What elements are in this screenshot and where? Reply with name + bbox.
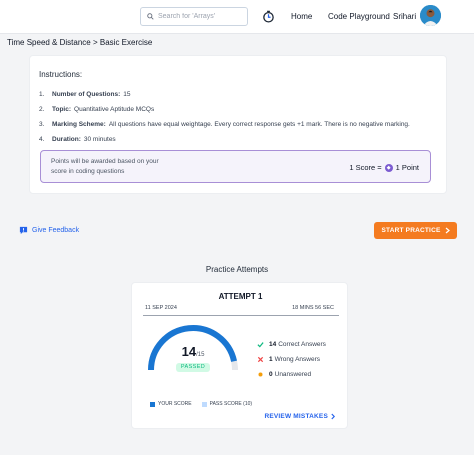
- instruction-label: Marking Scheme:: [52, 121, 106, 128]
- instruction-value: 15: [123, 91, 131, 98]
- start-practice-button[interactable]: START PRACTICE: [374, 222, 457, 239]
- score-to-point-rate: 1 Score = ◆ 1 Point: [349, 163, 419, 172]
- gauge-legend: YOUR SCORE PASS SCORE (10): [150, 401, 252, 407]
- nav-code-playground-link[interactable]: Code Playground: [328, 12, 390, 21]
- search-icon: [147, 13, 154, 20]
- cross-icon: [257, 356, 264, 363]
- stat-unanswered: 0 Unanswered: [257, 367, 326, 382]
- points-info-text: Points will be awarded based on your sco…: [51, 158, 159, 175]
- instruction-number: 4.: [39, 136, 45, 143]
- search-box[interactable]: [140, 7, 248, 26]
- instruction-number: 2.: [39, 106, 45, 113]
- legend-swatch: [150, 401, 155, 407]
- start-practice-label: START PRACTICE: [381, 227, 441, 234]
- attempt-duration: 18 MINS 56 SEC: [292, 305, 334, 311]
- stat-label: Correct Answers: [278, 341, 326, 348]
- score-total: /15: [196, 352, 205, 358]
- nav-home-link[interactable]: Home: [291, 12, 312, 21]
- instruction-number: 3.: [39, 121, 45, 128]
- stat-count: 14: [269, 341, 277, 348]
- legend-pass-score: PASS SCORE (10): [201, 401, 253, 407]
- check-icon: [257, 342, 264, 348]
- legend-label: PASS SCORE (10): [209, 401, 253, 407]
- score-rate-right: 1 Point: [395, 163, 419, 172]
- score-rate-left: 1 Score =: [349, 163, 382, 172]
- attempt-title: ATTEMPT 1: [218, 292, 263, 301]
- avatar[interactable]: [420, 5, 441, 26]
- instruction-number: 1.: [39, 91, 45, 98]
- search-input[interactable]: [158, 13, 246, 20]
- timer-icon[interactable]: [262, 10, 275, 23]
- score-number: 14: [181, 344, 197, 359]
- instruction-item: 3. Marking Scheme: All questions have eq…: [39, 117, 410, 132]
- stat-label: Wrong Answers: [274, 356, 321, 363]
- stat-correct: 14 Correct Answers: [257, 337, 326, 352]
- score-value: 14/15: [168, 344, 218, 359]
- breadcrumb-current: Basic Exercise: [99, 38, 153, 47]
- instruction-item: 1. Number of Questions: 15: [39, 87, 410, 102]
- instructions-title: Instructions:: [39, 70, 83, 79]
- breadcrumb: Time Speed & Distance > Basic Exercise: [7, 38, 152, 47]
- instruction-item: 2. Topic: Quantitative Aptitude MCQs: [39, 102, 410, 117]
- stat-label: Unanswered: [274, 371, 312, 378]
- breadcrumb-parent[interactable]: Time Speed & Distance: [7, 38, 91, 47]
- dot-icon: [258, 372, 263, 377]
- chevron-right-icon: [331, 413, 335, 420]
- coin-icon: ◆: [384, 163, 393, 172]
- instruction-item: 4. Duration: 30 minutes: [39, 132, 410, 147]
- instruction-label: Duration:: [52, 136, 81, 143]
- legend-label: YOUR SCORE: [158, 401, 192, 407]
- legend-swatch: [201, 401, 207, 407]
- user-photo-icon: [420, 5, 441, 26]
- stat-count: 0: [269, 371, 273, 378]
- legend-your-score: YOUR SCORE: [150, 401, 192, 407]
- review-mistakes-label[interactable]: REVIEW MISTAKES: [264, 413, 328, 420]
- attempt-card: ATTEMPT 1 11 SEP 2024 18 MINS 56 SEC 14/…: [131, 282, 348, 429]
- give-feedback-label[interactable]: Give Feedback: [32, 227, 79, 234]
- give-feedback-link[interactable]: Give Feedback: [19, 226, 79, 235]
- instruction-label: Number of Questions:: [52, 91, 121, 98]
- instructions-list: 1. Number of Questions: 15 2. Topic: Qua…: [39, 87, 410, 147]
- instruction-label: Topic:: [52, 106, 72, 113]
- instruction-value: 30 minutes: [83, 136, 116, 143]
- breadcrumb-separator: >: [92, 38, 98, 47]
- review-mistakes-link[interactable]: REVIEW MISTAKES: [264, 413, 335, 420]
- instruction-value: All questions have equal weightage. Ever…: [108, 121, 410, 128]
- attempt-stats: 14 Correct Answers 1 Wrong Answers 0 Unansw…: [257, 337, 326, 382]
- instruction-value: Quantitative Aptitude MCQs: [74, 106, 155, 113]
- stat-wrong: 1 Wrong Answers: [257, 352, 326, 367]
- attempt-date: 11 SEP 2024: [145, 305, 177, 311]
- divider: [143, 315, 339, 316]
- chevron-right-icon: [445, 227, 450, 234]
- user-name[interactable]: Srihari: [393, 12, 416, 21]
- points-info-box: Points will be awarded based on your sco…: [40, 150, 431, 183]
- practice-attempts-title: Practice Attempts: [205, 265, 269, 274]
- feedback-icon: [19, 226, 28, 235]
- stat-count: 1: [269, 356, 273, 363]
- top-navbar: Home Code Playground Srihari: [0, 0, 474, 34]
- instructions-card: Instructions: 1. Number of Questions: 15…: [29, 55, 447, 194]
- status-badge: PASSED: [176, 363, 210, 372]
